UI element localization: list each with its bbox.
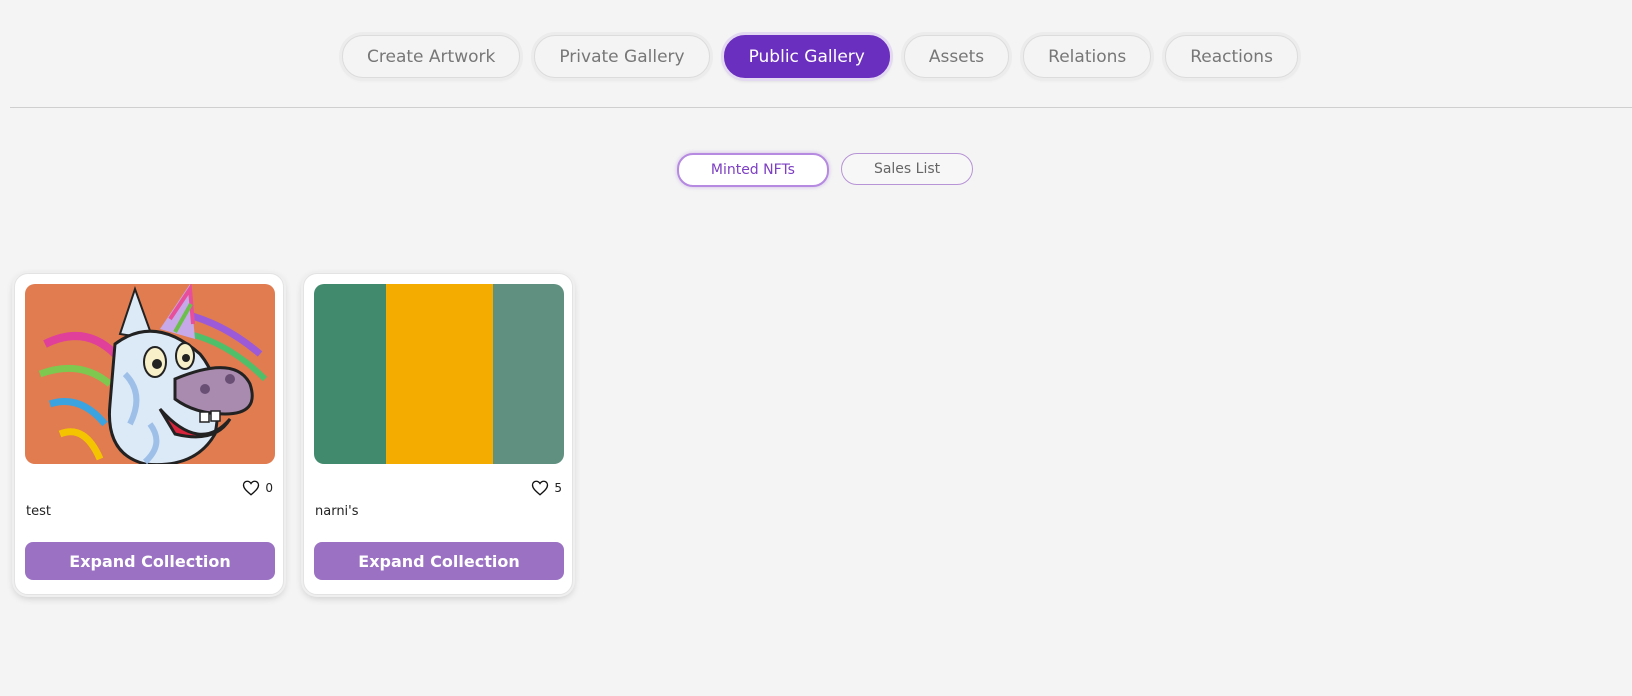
expand-collection-button[interactable]: Expand Collection bbox=[314, 542, 564, 580]
subtab-minted-nfts[interactable]: Minted NFTs bbox=[676, 153, 829, 187]
heart-icon[interactable] bbox=[531, 479, 549, 497]
tab-assets[interactable]: Assets bbox=[903, 35, 1010, 78]
nft-card-grid: 0 test Expand Collection 5 narni's Expan… bbox=[14, 273, 573, 595]
nft-image-unicorn[interactable] bbox=[25, 284, 275, 464]
subtab-sales-list[interactable]: Sales List bbox=[840, 153, 974, 185]
nft-card: 5 narni's Expand Collection bbox=[303, 273, 573, 595]
expand-collection-button[interactable]: Expand Collection bbox=[25, 542, 275, 580]
like-row: 0 bbox=[242, 479, 273, 497]
tab-relations[interactable]: Relations bbox=[1023, 35, 1152, 78]
nft-card: 0 test Expand Collection bbox=[14, 273, 284, 595]
tab-public-gallery[interactable]: Public Gallery bbox=[723, 35, 890, 78]
main-navigation: Create Artwork Private Gallery Public Ga… bbox=[0, 35, 1632, 78]
nft-title: test bbox=[26, 504, 51, 519]
nft-image-stripes[interactable] bbox=[314, 284, 564, 464]
gallery-subnav: Minted NFTs Sales List bbox=[0, 153, 1632, 187]
tab-private-gallery[interactable]: Private Gallery bbox=[534, 35, 710, 78]
tab-create-artwork[interactable]: Create Artwork bbox=[342, 35, 521, 78]
tab-reactions[interactable]: Reactions bbox=[1165, 35, 1298, 78]
like-count: 0 bbox=[265, 481, 273, 495]
nft-title: narni's bbox=[315, 504, 359, 519]
nav-divider bbox=[10, 107, 1632, 108]
like-count: 5 bbox=[554, 481, 562, 495]
heart-icon[interactable] bbox=[242, 479, 260, 497]
like-row: 5 bbox=[531, 479, 562, 497]
